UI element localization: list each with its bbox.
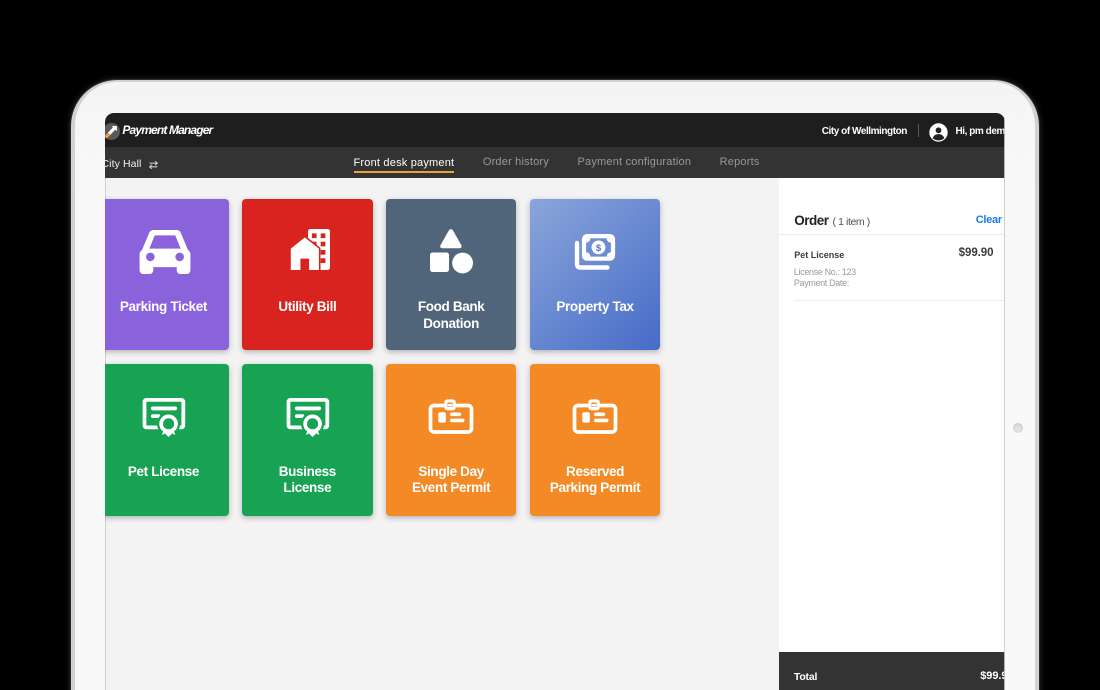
svg-text:$: $ <box>596 242 602 253</box>
